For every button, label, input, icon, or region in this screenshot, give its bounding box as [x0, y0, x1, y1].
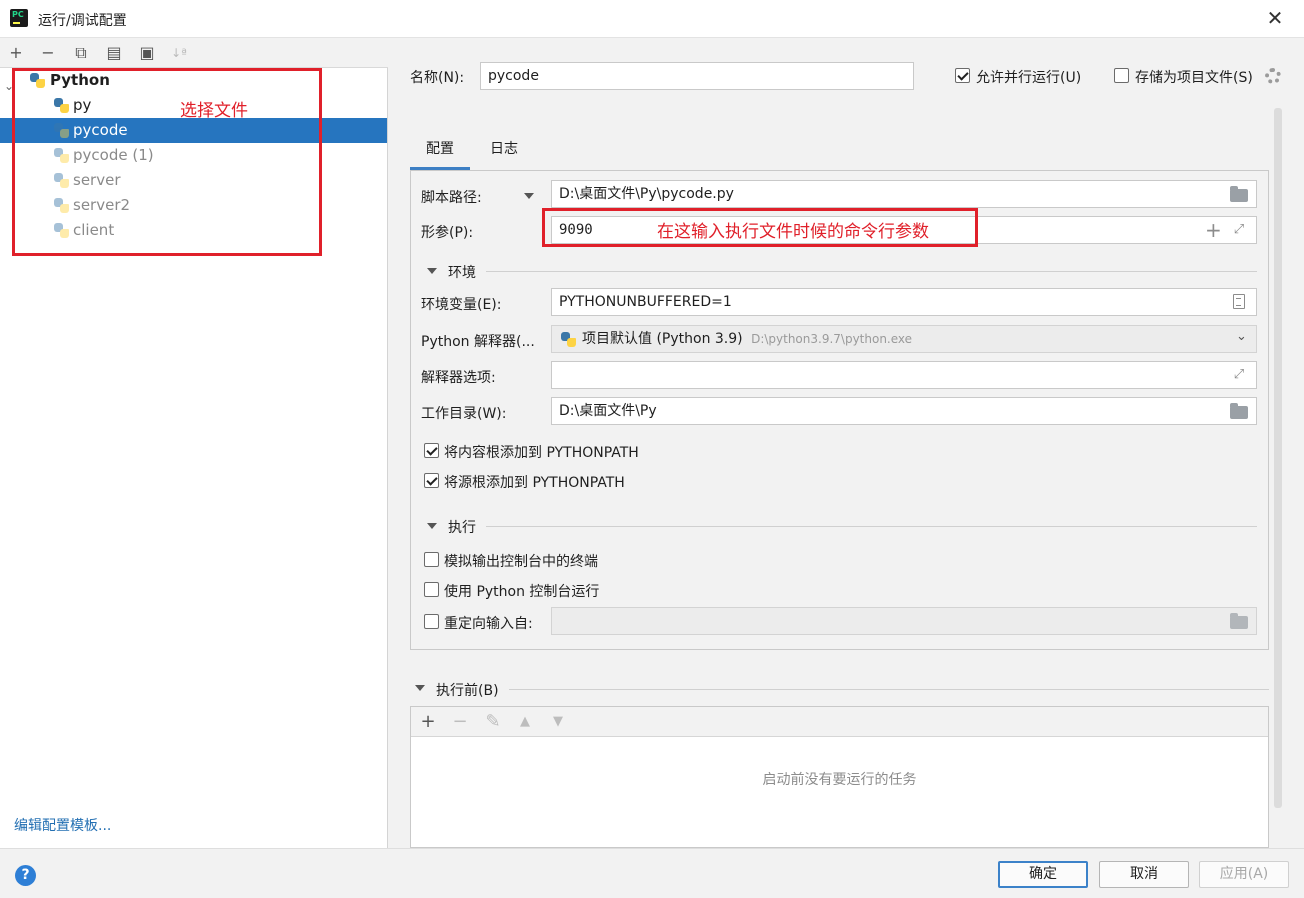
env-vars-input[interactable]: PYTHONUNBUFFERED=1: [551, 288, 1257, 316]
script-type-dropdown-icon[interactable]: [524, 193, 534, 199]
apply-button[interactable]: 应用(A): [1199, 861, 1289, 888]
configuration-editor: 名称(N): pycode 允许并行运行(U) 存储为项目文件(S) 配置 日志…: [389, 38, 1304, 848]
workdir-label: 工作目录(W):: [421, 406, 507, 422]
folder-icon[interactable]: [1230, 613, 1248, 629]
add-configuration-icon[interactable]: +: [5, 42, 27, 64]
name-label: 名称(N):: [410, 70, 465, 86]
move-up-icon[interactable]: ▲: [514, 711, 536, 733]
scrollbar[interactable]: [1274, 108, 1282, 808]
env-section-title: 环境: [448, 265, 476, 281]
remove-task-icon[interactable]: −: [449, 711, 471, 733]
interpreter-options-input[interactable]: [551, 361, 1257, 389]
interpreter-value: 项目默认值 (Python 3.9): [582, 331, 743, 347]
redirect-input-checkbox[interactable]: [424, 614, 439, 629]
add-source-roots-checkbox[interactable]: [424, 473, 439, 488]
script-path-input[interactable]: D:\桌面文件\Py\pycode.py: [551, 180, 1257, 208]
allow-parallel-label: 允许并行运行(U): [976, 70, 1082, 86]
script-path-label: 脚本路径:: [421, 190, 482, 206]
move-down-icon[interactable]: ▼: [547, 711, 569, 733]
before-launch-panel: + − ✎ ▲ ▼ 启动前没有要运行的任务: [410, 706, 1269, 848]
env-collapse-icon[interactable]: [427, 268, 437, 274]
redirect-input-field[interactable]: [551, 607, 1257, 635]
store-as-project-checkbox[interactable]: [1114, 68, 1129, 83]
add-task-icon[interactable]: +: [417, 711, 439, 733]
emulate-terminal-label: 模拟输出控制台中的终端: [444, 554, 598, 570]
tab-config[interactable]: 配置: [410, 134, 470, 170]
workdir-value: D:\桌面文件\Py: [559, 403, 657, 419]
document-icon[interactable]: [1233, 294, 1245, 309]
sort-icon[interactable]: ↓ª: [168, 42, 190, 64]
close-icon[interactable]: ✕: [1262, 5, 1288, 31]
gear-icon[interactable]: [1265, 68, 1281, 84]
before-launch-title: 执行前(B): [436, 683, 499, 699]
edit-task-icon[interactable]: ✎: [482, 711, 504, 733]
name-input[interactable]: pycode: [480, 62, 914, 90]
copy-configuration-icon[interactable]: ⧉: [70, 42, 92, 64]
env-vars-value: PYTHONUNBUFFERED=1: [559, 294, 732, 310]
window-title: 运行/调试配置: [38, 13, 127, 29]
exec-collapse-icon[interactable]: [427, 523, 437, 529]
exec-divider: [486, 526, 1257, 527]
cancel-button[interactable]: 取消: [1099, 861, 1189, 888]
folder-icon[interactable]: [1230, 403, 1248, 419]
annotation-text-params: 在这输入执行文件时候的命令行参数: [657, 222, 929, 242]
before-launch-toolbar: + − ✎ ▲ ▼: [411, 707, 1268, 737]
add-content-roots-label: 将内容根添加到 PYTHONPATH: [444, 445, 639, 461]
annotation-box-file-select: [12, 68, 322, 256]
env-vars-label: 环境变量(E):: [421, 297, 502, 313]
edit-templates-link[interactable]: 编辑配置模板...: [14, 815, 111, 835]
plus-icon[interactable]: +: [1205, 220, 1222, 240]
interpreter-label: Python 解释器(...: [421, 334, 535, 350]
store-as-project-label: 存储为项目文件(S): [1135, 70, 1253, 86]
interpreter-select[interactable]: 项目默认值 (Python 3.9) D:\python3.9.7\python…: [551, 325, 1257, 353]
expand-icon[interactable]: ⤢: [1232, 223, 1246, 237]
interpreter-options-label: 解释器选项:: [421, 370, 496, 386]
annotation-text-file-select: 选择文件: [180, 101, 248, 121]
ok-button[interactable]: 确定: [998, 861, 1088, 888]
dialog-footer: ? 确定 取消 应用(A): [0, 848, 1304, 898]
pycharm-logo-icon: PC: [10, 9, 28, 27]
parameters-label: 形参(P):: [421, 225, 474, 241]
tree-toolbar: + − ⧉ ▤ ▣ ↓ª: [0, 38, 388, 68]
chevron-down-icon[interactable]: ⌄: [1236, 329, 1247, 344]
interpreter-path: D:\python3.9.7\python.exe: [751, 332, 913, 346]
python-icon: [561, 332, 576, 347]
tab-logs[interactable]: 日志: [476, 134, 532, 170]
new-folder-icon[interactable]: ▣: [136, 42, 158, 64]
add-source-roots-label: 将源根添加到 PYTHONPATH: [444, 475, 625, 491]
before-launch-empty-text: 启动前没有要运行的任务: [762, 772, 917, 788]
env-divider: [486, 271, 1257, 272]
redirect-input-label: 重定向输入自:: [444, 616, 533, 632]
allow-parallel-checkbox[interactable]: [955, 68, 970, 83]
emulate-terminal-checkbox[interactable]: [424, 552, 439, 567]
title-bar: PC 运行/调试配置 ✕: [0, 0, 1304, 38]
exec-section-title: 执行: [448, 520, 476, 536]
python-console-label: 使用 Python 控制台运行: [444, 584, 600, 600]
python-console-checkbox[interactable]: [424, 582, 439, 597]
script-path-value: D:\桌面文件\Py\pycode.py: [559, 186, 734, 202]
help-icon[interactable]: ?: [15, 865, 36, 886]
save-configuration-icon[interactable]: ▤: [103, 42, 125, 64]
expand-icon[interactable]: ⤢: [1232, 368, 1246, 382]
add-content-roots-checkbox[interactable]: [424, 443, 439, 458]
remove-configuration-icon[interactable]: −: [37, 42, 59, 64]
folder-icon[interactable]: [1230, 186, 1248, 202]
before-launch-collapse-icon[interactable]: [415, 685, 425, 691]
config-tabs: 配置 日志: [410, 134, 1270, 170]
workdir-input[interactable]: D:\桌面文件\Py: [551, 397, 1257, 425]
before-launch-divider: [509, 689, 1269, 690]
